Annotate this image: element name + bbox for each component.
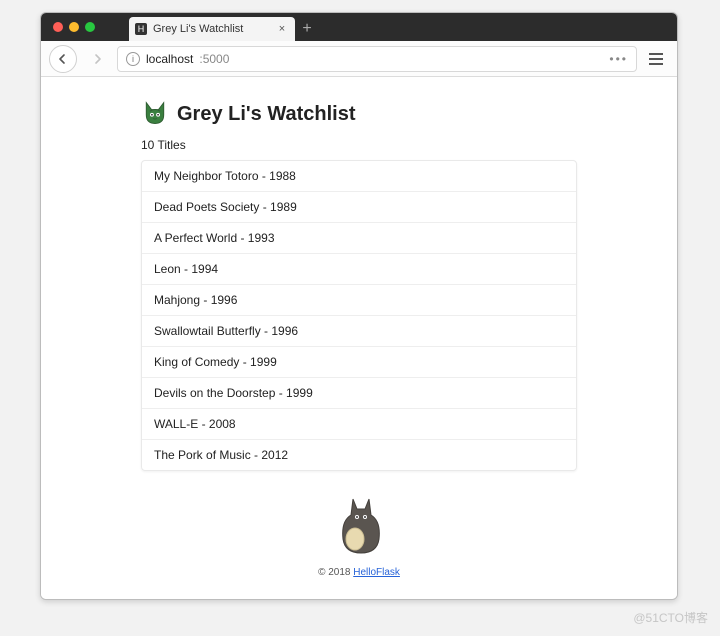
- movie-list-item: Dead Poets Society - 1989: [142, 191, 576, 222]
- hamburger-icon: [649, 53, 663, 55]
- tab-title: Grey Li's Watchlist: [153, 23, 269, 35]
- movie-list-item: Leon - 1994: [142, 253, 576, 284]
- window-minimize-button[interactable]: [69, 22, 79, 32]
- footer-link[interactable]: HelloFlask: [353, 567, 400, 578]
- new-tab-button[interactable]: +: [295, 17, 319, 41]
- browser-tab-active[interactable]: H Grey Li's Watchlist ×: [129, 17, 295, 41]
- favicon-icon: H: [135, 23, 147, 35]
- window-fullscreen-button[interactable]: [85, 22, 95, 32]
- title-count: 10 Titles: [141, 138, 577, 152]
- page-heading: Grey Li's Watchlist: [141, 99, 577, 130]
- site-info-icon[interactable]: i: [126, 52, 140, 66]
- browser-window: H Grey Li's Watchlist × + i localhost :50…: [40, 12, 678, 600]
- window-controls: [49, 13, 101, 41]
- window-close-button[interactable]: [53, 22, 63, 32]
- back-button[interactable]: [49, 45, 77, 73]
- hamburger-menu-button[interactable]: [643, 46, 669, 72]
- url-host: localhost: [146, 52, 193, 66]
- avatar-cat-icon: [141, 99, 169, 130]
- movie-list-item: Mahjong - 1996: [142, 284, 576, 315]
- footer-copyright: © 2018: [318, 567, 353, 578]
- tab-close-icon[interactable]: ×: [275, 22, 289, 36]
- arrow-left-icon: [57, 53, 69, 65]
- url-port: :5000: [199, 52, 229, 66]
- movie-list: My Neighbor Totoro - 1988Dead Poets Soci…: [141, 160, 577, 471]
- movie-list-item: A Perfect World - 1993: [142, 222, 576, 253]
- address-bar[interactable]: i localhost :5000 •••: [117, 46, 637, 72]
- movie-list-item: Swallowtail Butterfly - 1996: [142, 315, 576, 346]
- page-title: Grey Li's Watchlist: [177, 103, 356, 126]
- movie-list-item: King of Comedy - 1999: [142, 346, 576, 377]
- movie-list-item: The Pork of Music - 2012: [142, 439, 576, 470]
- movie-list-item: My Neighbor Totoro - 1988: [142, 161, 576, 191]
- page-content: Grey Li's Watchlist 10 Titles My Neighbo…: [141, 77, 577, 596]
- tab-strip: H Grey Li's Watchlist × +: [41, 13, 677, 41]
- arrow-right-icon: [91, 53, 103, 65]
- movie-list-item: Devils on the Doorstep - 1999: [142, 377, 576, 408]
- forward-button: [83, 45, 111, 73]
- nav-toolbar: i localhost :5000 •••: [41, 41, 677, 77]
- page-actions-icon[interactable]: •••: [609, 52, 628, 66]
- page-viewport[interactable]: Grey Li's Watchlist 10 Titles My Neighbo…: [41, 77, 677, 599]
- totoro-illustration: [141, 495, 577, 555]
- movie-list-item: WALL-E - 2008: [142, 408, 576, 439]
- page-footer: © 2018 HelloFlask: [141, 567, 577, 578]
- watermark: @51CTO博客: [633, 609, 708, 626]
